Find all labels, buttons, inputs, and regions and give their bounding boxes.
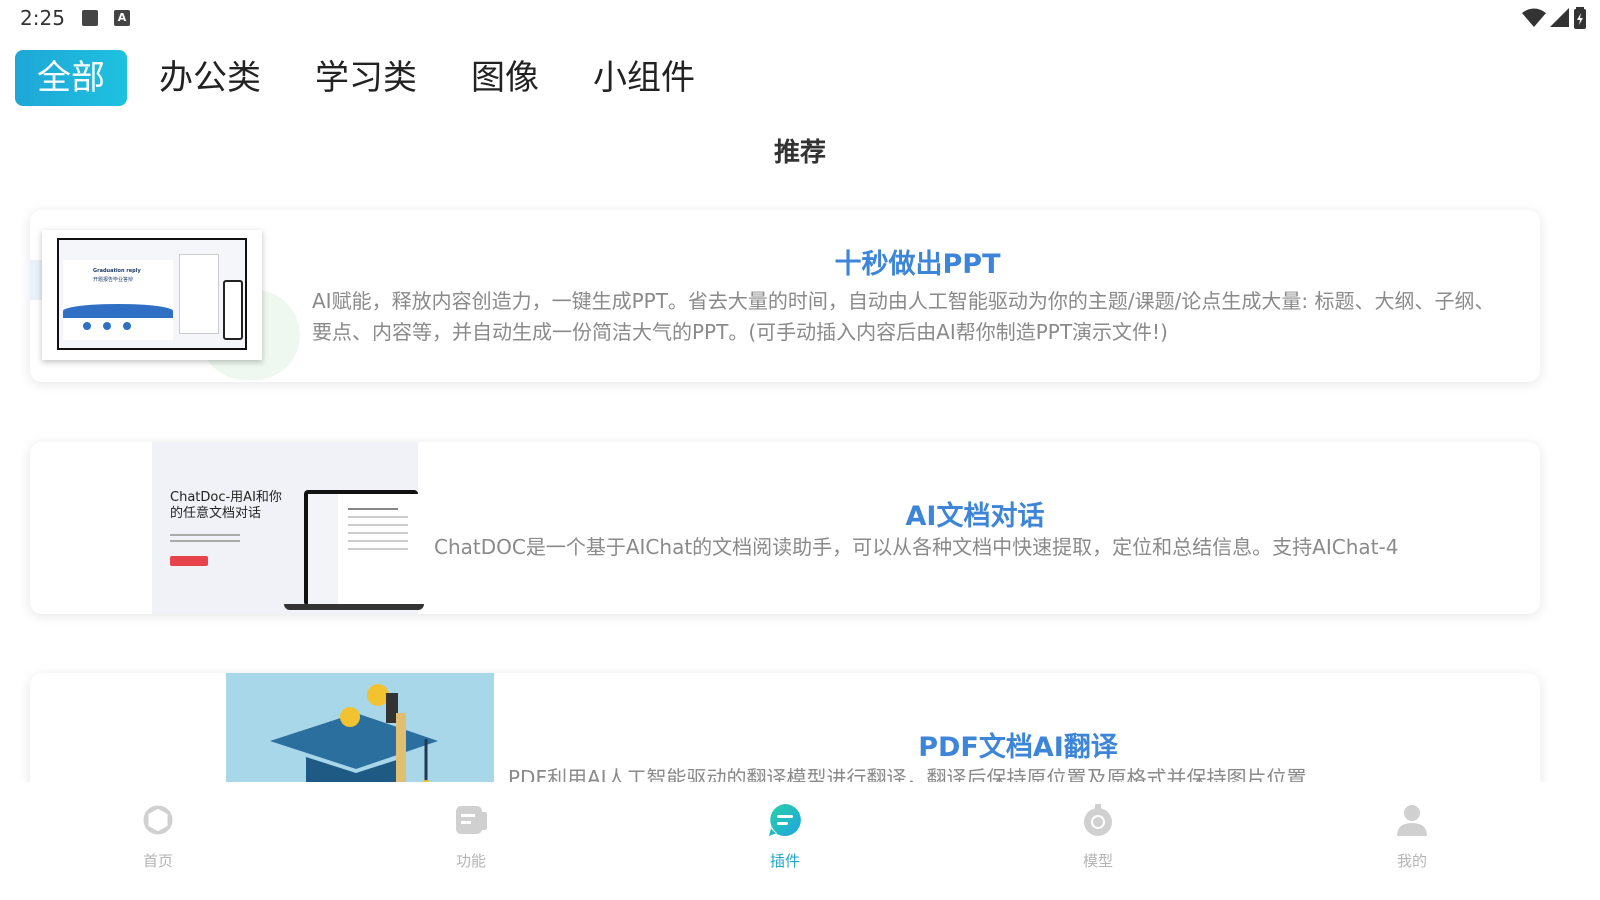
status-bar: 2:25 A — [0, 0, 1600, 36]
card-description: AI赋能，释放内容创造力，一键生成PPT。省去大量的时间，自动由人工智能驱动为你… — [312, 289, 1495, 344]
user-icon — [1397, 805, 1427, 836]
pdf-thumbnail — [226, 673, 494, 782]
plugin-icon — [769, 804, 801, 836]
bottom-nav: 首页 功能 插件 模型 我的 — [0, 782, 1600, 900]
nav-plugin[interactable]: 插件 — [725, 802, 845, 871]
tab-image[interactable]: 图像 — [449, 50, 561, 106]
plugin-card-chatdoc[interactable]: ChatDoc-用AI和你的任意文档对话 AI文档对话 ChatDOC是一个基于… — [30, 442, 1540, 614]
plugin-list: Graduation reply 开题报告毕业答辩 十秒做出PPT AI赋能，释… — [0, 200, 1600, 782]
section-title: 推荐 — [773, 138, 826, 168]
ppt-thumb-title-cn: 开题报告毕业答辩 — [93, 277, 134, 283]
ppt-thumbnail: Graduation reply 开题报告毕业答辩 — [30, 210, 310, 382]
card-title: PDF文档AI翻译 — [918, 732, 1118, 763]
card-description: PDF利用AI人工智能驱动的翻译模型进行翻译，翻译后保持原位置及原格式并保持图片… — [508, 766, 1307, 782]
wifi-icon — [1522, 8, 1546, 27]
plugin-card-ppt[interactable]: Graduation reply 开题报告毕业答辩 十秒做出PPT AI赋能，释… — [30, 210, 1540, 382]
card-description: ChatDOC是一个基于AIChat的文档阅读助手，可以从各种文档中快速提取，定… — [434, 535, 1399, 559]
tab-study[interactable]: 学习类 — [293, 50, 439, 106]
nav-mine[interactable]: 我的 — [1352, 802, 1472, 871]
nav-label: 模型 — [1082, 852, 1113, 870]
nav-label: 插件 — [769, 852, 800, 870]
openai-logo-icon — [143, 805, 173, 835]
tab-all[interactable]: 全部 — [15, 50, 127, 106]
model-icon — [1084, 804, 1112, 836]
graduation-cap-icon — [270, 684, 438, 782]
category-tabs: 全部 办公类 学习类 图像 小组件 — [15, 50, 727, 106]
a-notification-icon: A — [114, 10, 130, 26]
nav-label: 功能 — [455, 852, 486, 870]
signal-icon — [1550, 8, 1569, 27]
status-icons — [1522, 6, 1586, 30]
nav-label: 我的 — [1396, 852, 1427, 870]
tab-office[interactable]: 办公类 — [137, 50, 283, 106]
plugin-card-pdf-translate[interactable]: PDF文档AI翻译 PDF利用AI人工智能驱动的翻译模型进行翻译，翻译后保持原位… — [30, 673, 1540, 782]
nav-label: 首页 — [142, 852, 173, 870]
function-icon — [456, 806, 487, 834]
card-title: 十秒做出PPT — [834, 249, 1001, 280]
nav-home[interactable]: 首页 — [98, 802, 218, 871]
tab-widget[interactable]: 小组件 — [571, 50, 717, 106]
nav-model[interactable]: 模型 — [1038, 802, 1158, 871]
chatdoc-thumbnail: ChatDoc-用AI和你的任意文档对话 — [152, 442, 424, 614]
nav-function[interactable]: 功能 — [411, 802, 531, 871]
image-notification-icon — [82, 10, 98, 26]
ppt-thumb-title-en: Graduation reply — [93, 268, 141, 274]
chatdoc-thumb-headline: ChatDoc-用AI和你的任意文档对话 — [170, 490, 282, 521]
battery-icon — [1574, 7, 1586, 29]
status-time: 2:25 — [20, 6, 65, 30]
card-title: AI文档对话 — [905, 501, 1045, 532]
